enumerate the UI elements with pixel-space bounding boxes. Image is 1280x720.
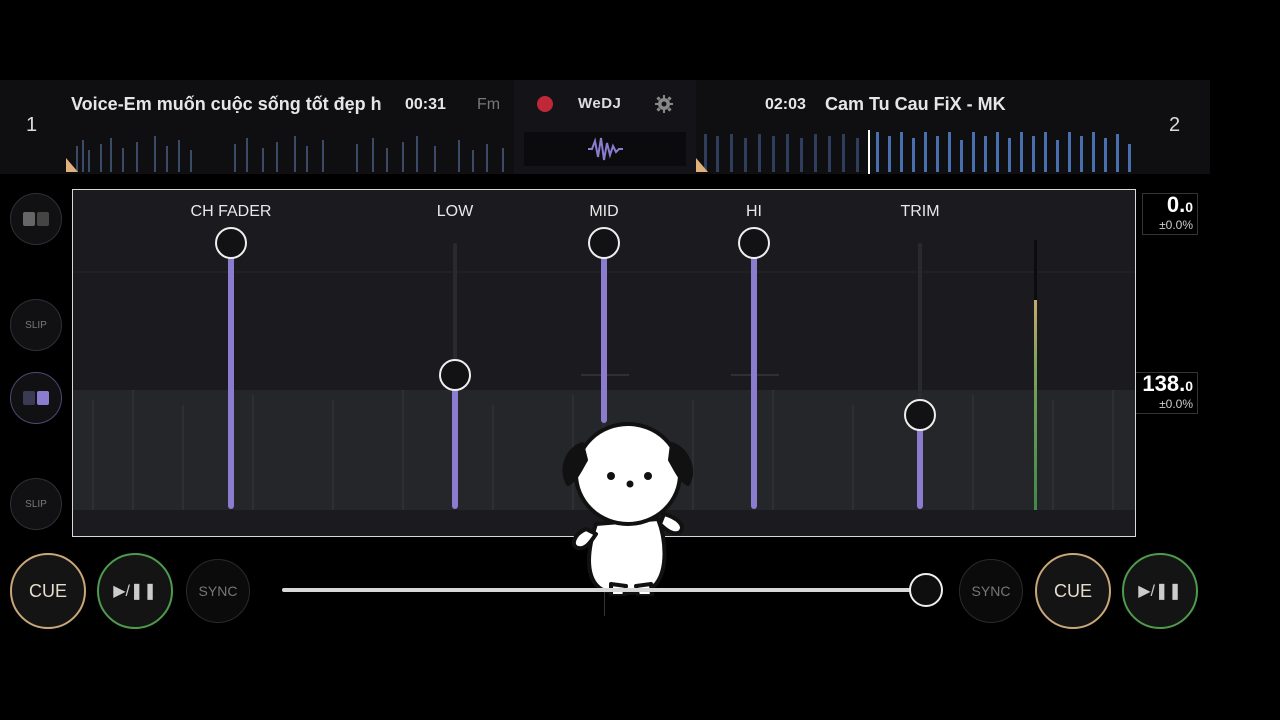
- sync-label: SYNC: [198, 583, 238, 599]
- crossfader-knob[interactable]: [909, 573, 943, 607]
- deck-2-bpm-decimal: 0: [1185, 378, 1193, 394]
- play-pause-icon: ▶/❚❚: [113, 583, 157, 600]
- app-logo: WeDJ: [578, 95, 622, 112]
- record-icon[interactable]: [537, 96, 553, 112]
- deck-1-cue-button[interactable]: CUE: [10, 553, 86, 629]
- deck-1-key: Fm: [477, 96, 501, 113]
- view-toggle-icon: [23, 212, 49, 226]
- deck-2-sync-button[interactable]: SYNC: [959, 559, 1023, 623]
- cue-label: CUE: [28, 580, 67, 601]
- deck-2-time: 02:03: [765, 96, 806, 113]
- slip-label: SLIP: [25, 498, 47, 510]
- deck-1-sync-button[interactable]: SYNC: [186, 559, 250, 623]
- hi-eq-fill: [751, 243, 757, 509]
- mid-eq-knob[interactable]: [588, 227, 620, 259]
- deck-2-bpm-display[interactable]: 138.0 ±0.0%: [1132, 372, 1198, 414]
- deck-1-play-pause-button[interactable]: ▶/❚❚: [97, 553, 173, 629]
- low-eq-label: LOW: [436, 203, 474, 220]
- hi-eq-knob[interactable]: [738, 227, 770, 259]
- slip-button-top[interactable]: SLIP: [10, 299, 62, 351]
- low-eq-fill: [452, 375, 458, 509]
- ch-fader-fill: [228, 243, 234, 509]
- deck-2-pitch: ±0.0%: [1159, 397, 1193, 411]
- deck-2-cue-button[interactable]: CUE: [1035, 553, 1111, 629]
- trim-label: TRIM: [900, 203, 940, 220]
- deck-1-number: 1: [26, 114, 38, 136]
- cue-label: CUE: [1053, 580, 1092, 601]
- deck-1-bpm-decimal: 0: [1185, 199, 1193, 215]
- low-eq-knob[interactable]: [439, 359, 471, 391]
- deck-1-waveform[interactable]: [66, 130, 514, 174]
- title-fade: [378, 92, 394, 118]
- deck-2-track-title[interactable]: Cam Tu Cau FiX - MK: [825, 94, 1125, 115]
- deck-2-number: 2: [1169, 114, 1181, 136]
- slip-label: SLIP: [25, 319, 47, 331]
- deck-1-bpm: 0.: [1166, 192, 1186, 217]
- play-pause-icon: ▶/❚❚: [1138, 583, 1182, 600]
- slip-button-bottom[interactable]: SLIP: [10, 478, 62, 530]
- mid-eq-label: MID: [589, 203, 619, 220]
- sync-label: SYNC: [971, 583, 1011, 599]
- deck-1-time: 00:31: [405, 96, 446, 113]
- dog-sticker: [556, 414, 706, 598]
- mid-eq-fill: [601, 243, 607, 423]
- crossfader-center-mark: [604, 592, 605, 616]
- ch-fader-knob[interactable]: [215, 227, 247, 259]
- trim-knob[interactable]: [904, 399, 936, 431]
- deck-1-pitch: ±0.0%: [1159, 218, 1193, 232]
- view-toggle-icon: [23, 391, 49, 405]
- level-meter-fill: [1034, 300, 1037, 510]
- deck-2-play-pause-button[interactable]: ▶/❚❚: [1122, 553, 1198, 629]
- view-toggle-button-active[interactable]: [10, 372, 62, 424]
- ch-fader-label: CH FADER: [190, 203, 272, 220]
- deck-1-bpm-display[interactable]: 0.0 ±0.0%: [1142, 193, 1198, 235]
- deck-2-bpm: 138.: [1142, 371, 1186, 396]
- view-toggle-button-top[interactable]: [10, 193, 62, 245]
- deck-1-track-title[interactable]: Voice-Em muốn cuộc sống tốt đẹp h: [71, 94, 391, 115]
- waveform-icon: [588, 137, 623, 161]
- hi-eq-label: HI: [746, 203, 762, 220]
- gear-icon[interactable]: [654, 94, 674, 114]
- waveform-button[interactable]: [524, 132, 686, 166]
- deck-2-waveform[interactable]: [696, 130, 1146, 174]
